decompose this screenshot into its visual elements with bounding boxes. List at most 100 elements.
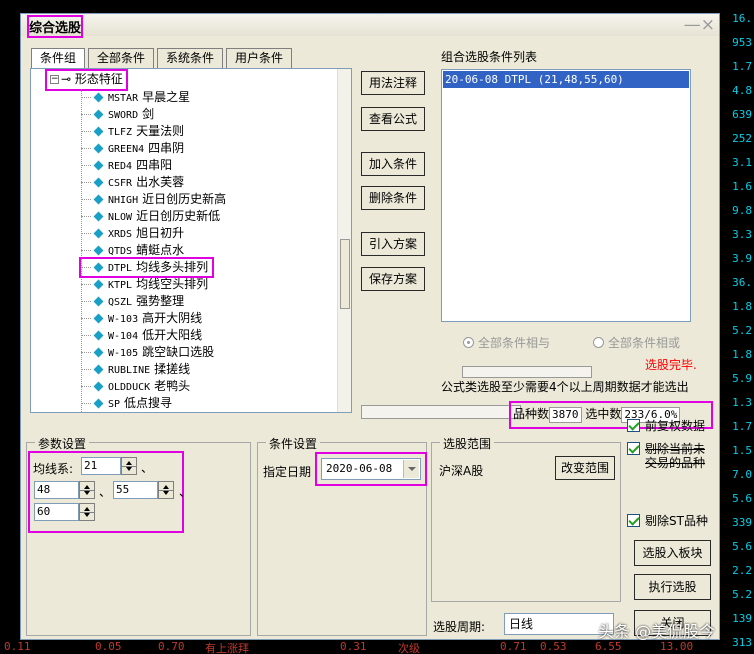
date-value: 2020-06-08 [326,462,393,475]
usage-note-button[interactable]: 用法注释 [361,71,425,95]
tree-item[interactable]: MSTAR 早晨之星 [81,89,190,106]
tree-item-label: 近日创历史新高 [142,192,227,206]
tree-scroll-thumb[interactable] [340,239,350,309]
tree-item-selected[interactable]: DTPL 均线多头排列 [78,257,215,278]
tree-item[interactable]: OLDDUCK 老鸭头 [81,378,190,395]
formula-icon [93,177,104,188]
tree-scrollbar[interactable] [337,69,351,412]
tree-item[interactable]: RED4 四串阳 [81,157,172,174]
link-icon: ⊸ [61,72,72,86]
view-formula-button[interactable]: 查看公式 [361,107,425,131]
combo-condition-item[interactable]: 20-06-08 DTPL (21,48,55,60) [443,71,689,88]
add-condition-button[interactable]: 加入条件 [361,152,425,176]
add-to-block-button[interactable]: 选股入板块 [634,540,711,566]
tree-item[interactable]: QSZL 强势整理 [81,293,184,310]
bg-number: 1.7 [732,60,752,73]
tree-item[interactable]: KTPL 均线空头排列 [81,276,208,293]
radio-or[interactable]: 全部条件相或 [593,334,680,351]
background-bottom-row: 0.11 0.05 0.70 有上涨拜 0.31 次级 0.71 0.53 6.… [0,640,720,654]
tree-item-label: 均线空头排列 [136,277,209,291]
tree-item-code: MSTAR [108,93,139,104]
combo-condition-list[interactable]: 20-06-08 DTPL (21,48,55,60) [441,69,691,378]
bg-number: 1.8 [732,348,752,361]
bg-number: 953 [732,36,752,49]
formula-icon [93,245,104,256]
execute-selection-button[interactable]: 执行选股 [634,574,711,600]
pre-adjusted-checkbox[interactable]: 前复权数据 [627,419,705,433]
tree-item[interactable]: W-103 高开大阴线 [81,310,202,327]
tree-item-label: 四串阳 [136,158,173,172]
tree-item-label: 高开大阴线 [142,311,203,325]
formula-icon [93,160,104,171]
tree-item-code: OLDDUCK [108,382,151,393]
checkbox-checked[interactable] [627,442,640,455]
tree-item-code: GREEN4 [108,144,145,155]
checkbox-checked[interactable] [627,419,640,432]
condition-tree[interactable]: − ⊸ 形态特征 MSTAR 早晨之星 SWORD 剑 TLFZ 天量法则 GREEN4… [30,68,352,413]
bg-number: 36. [732,276,752,289]
tree-item-label: 低点搜寻 [124,396,173,410]
bg-number: 1.5 [732,444,752,457]
collapse-icon[interactable]: − [50,75,59,84]
ma-period-1-input[interactable]: 21 [81,457,121,475]
tree-item-code: QSZL [108,297,133,308]
save-plan-button[interactable]: 保存方案 [361,267,425,291]
import-plan-button[interactable]: 引入方案 [361,232,425,256]
tab-system-conditions[interactable]: 系统条件 [157,48,224,68]
bg-number: 9.8 [732,204,752,217]
tab-condition-group[interactable]: 条件组 [31,48,86,68]
date-picker[interactable]: 2020-06-08 [321,458,421,480]
ma-period-3-input[interactable]: 55 [113,481,158,499]
ma-period-4-input[interactable]: 60 [34,503,79,521]
exclude-st-checkbox[interactable]: 剔除ST品种 [627,514,708,528]
tree-item[interactable]: GREEN4 四串阴 [81,140,184,157]
separator: 、 [99,485,112,499]
tree-item[interactable]: SP 低点搜寻 [81,395,172,412]
bg-bottom-value: 0.31 [340,640,367,653]
checkbox-checked[interactable] [627,514,640,527]
ma-period-1-spinner[interactable] [121,457,137,475]
tree-item[interactable]: XRDS 旭日初升 [81,225,184,242]
tree-item[interactable]: TLFZ 天量法则 [81,123,184,140]
exclude-untraded-label: 剔除当前未 交易的品种 [645,442,706,470]
radio-and-label: 全部条件相与 [478,336,551,350]
combo-hscrollbar[interactable] [462,366,592,378]
tree-item[interactable]: NHIGH 近日创历史新高 [81,191,226,208]
bg-number: 4.8 [732,84,752,97]
tree-item[interactable]: W-105 跳空缺口选股 [81,344,214,361]
tree-item-label: 均线多头排列 [136,260,209,274]
tree-item-label: 早晨之星 [142,90,191,104]
formula-icon [93,296,104,307]
change-range-button[interactable]: 改变范围 [555,456,615,480]
tree-item[interactable]: RUBLINE 揉搓线 [81,361,190,378]
ma-period-4-spinner[interactable] [79,503,95,521]
tab-user-conditions[interactable]: 用户条件 [226,48,293,68]
tree-item-label: 出水芙蓉 [136,175,185,189]
ma-period-2-input[interactable]: 48 [34,481,79,499]
ma-period-3-spinner[interactable] [158,481,174,499]
close-icon[interactable]: —× [684,15,715,35]
exclude-untraded-checkbox[interactable]: 剔除当前未 交易的品种 [627,442,705,470]
ma-period-2-spinner[interactable] [79,481,95,499]
tree-root-pattern[interactable]: − ⊸ 形态特征 [45,69,128,91]
tree-item-label: 老鸭头 [154,379,191,393]
dropdown-arrow-icon[interactable] [403,460,419,478]
formula-icon [93,262,104,273]
radio-dot[interactable] [463,337,474,348]
radio-dot[interactable] [593,337,604,348]
tab-all-conditions[interactable]: 全部条件 [88,48,155,68]
delete-condition-button[interactable]: 删除条件 [361,186,425,210]
tree-root-label: 形态特征 [74,72,123,86]
radio-and[interactable]: 全部条件相与 [463,334,550,351]
tree-item[interactable]: QTDS 蜻蜓点水 [81,242,184,259]
tree-item[interactable]: CSFR 出水芙蓉 [81,174,184,191]
tree-item[interactable]: W-104 低开大阳线 [81,327,202,344]
tree-item-code: QTDS [108,246,133,257]
formula-icon [93,330,104,341]
tree-item[interactable]: NLOW 近日创历史新低 [81,208,220,225]
bg-bottom-value: 0.05 [95,640,122,653]
bg-number: 1.7 [732,420,752,433]
bg-number: 16. [732,12,752,25]
tree-item[interactable]: SWORD 剑 [81,106,154,123]
tree-item-label: 跳空缺口选股 [142,345,215,359]
